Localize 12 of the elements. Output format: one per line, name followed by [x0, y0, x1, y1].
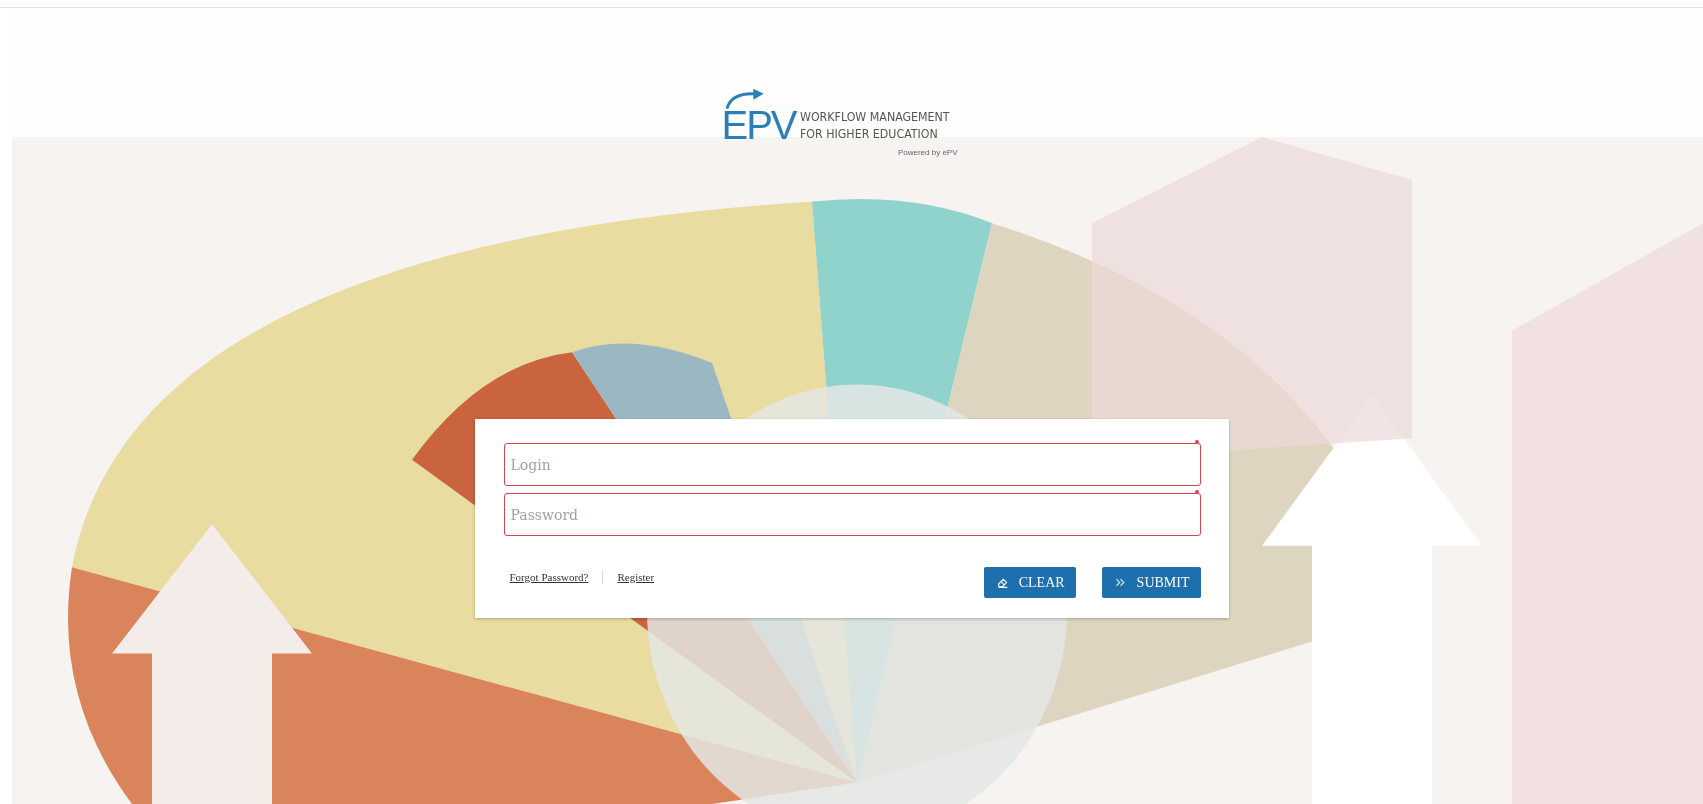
logo-tagline: WORKFLOW MANAGEMENT: [799, 108, 950, 125]
powered-by-text: Powered by ePV: [897, 148, 958, 157]
double-chevron-icon: [1113, 576, 1127, 589]
logo-tagline: FOR HIGHER EDUCATION: [799, 125, 939, 142]
eraser-icon: [995, 576, 1009, 589]
text-link[interactable]: Register: [617, 571, 655, 583]
input-field[interactable]: Login: [503, 443, 1201, 486]
input-field[interactable]: Password: [503, 493, 1201, 536]
submit-button[interactable]: SUBMIT: [1101, 567, 1201, 598]
logo-mark: EPV: [721, 102, 798, 148]
text-link[interactable]: Forgot Password?: [509, 571, 589, 583]
clear-button[interactable]: CLEAR: [983, 567, 1076, 598]
